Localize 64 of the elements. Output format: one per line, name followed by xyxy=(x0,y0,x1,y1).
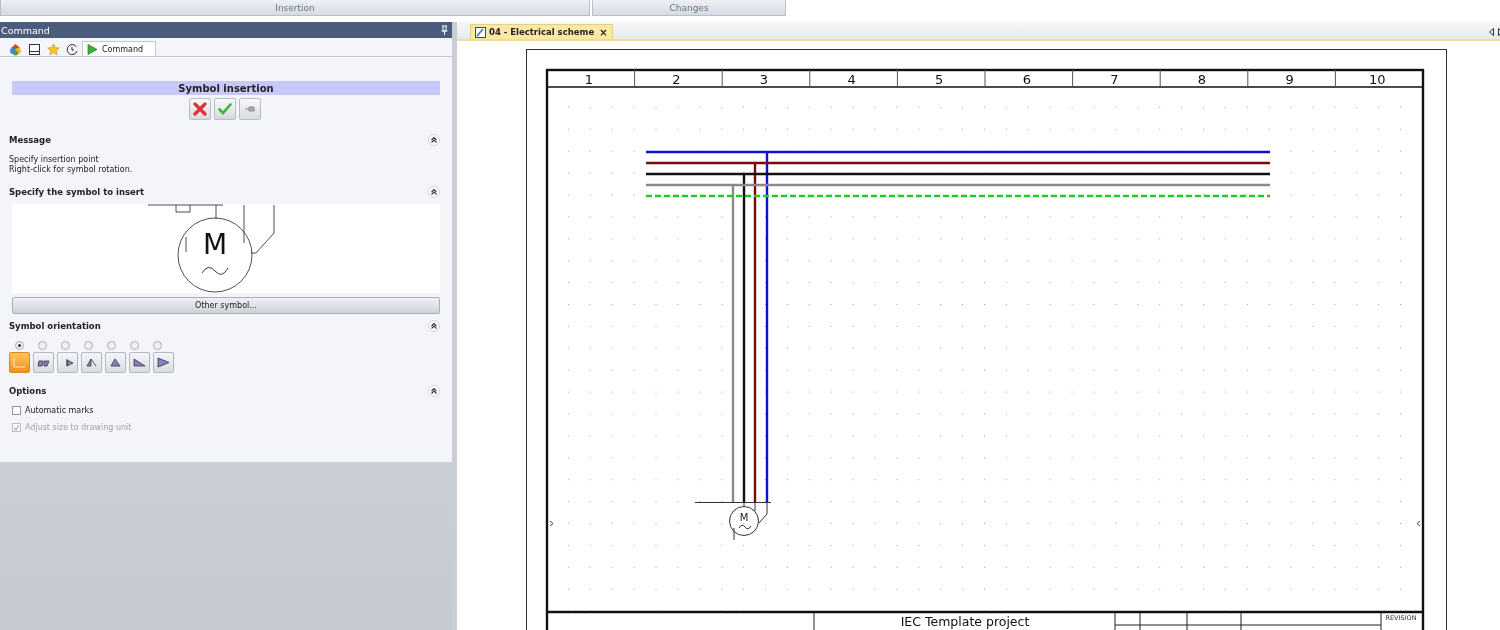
command-heading: Symbol insertion xyxy=(12,81,440,95)
checkbox[interactable] xyxy=(12,405,21,415)
cross-icon xyxy=(192,102,207,116)
column-number: 9 xyxy=(1285,72,1294,87)
document-icon xyxy=(475,26,486,38)
collapse-icon[interactable] xyxy=(428,134,440,146)
orientation-icon xyxy=(85,357,98,368)
column-number: 2 xyxy=(672,72,681,87)
pin-icon[interactable] xyxy=(441,25,448,35)
other-symbol-button[interactable]: Other symbol... xyxy=(12,297,440,314)
orientation-icon xyxy=(133,357,146,368)
clock-icon xyxy=(66,42,79,56)
cancel-button[interactable] xyxy=(188,98,211,120)
pin-button[interactable] xyxy=(238,98,261,120)
column-number: 10 xyxy=(1368,72,1386,87)
scroll-left-icon[interactable] xyxy=(1489,28,1494,36)
checkbox-label: Adjust size to drawing unit xyxy=(25,422,132,432)
message-text: Right-click for symbol rotation. xyxy=(9,165,134,175)
column-number: 8 xyxy=(1197,72,1207,87)
collapse-icon[interactable] xyxy=(428,320,440,332)
star-icon xyxy=(47,42,60,56)
section-title: Options xyxy=(9,386,47,396)
section-title: Message xyxy=(9,135,51,145)
orientation-button[interactable] xyxy=(57,352,78,373)
orientation-icon xyxy=(109,357,122,368)
radio-button[interactable] xyxy=(130,341,139,350)
panel-title: Command xyxy=(1,24,50,36)
play-icon xyxy=(86,42,99,56)
orientation-button[interactable] xyxy=(129,352,150,373)
radio-button[interactable] xyxy=(38,341,47,350)
orientation-button[interactable] xyxy=(153,352,174,373)
orientation-button[interactable] xyxy=(81,352,102,373)
orientation-button[interactable] xyxy=(33,352,54,373)
orientation-icon xyxy=(157,357,170,368)
colored-blocks-icon xyxy=(9,42,22,56)
close-icon[interactable]: × xyxy=(599,26,608,38)
ribbon-group-label: Insertion xyxy=(0,0,590,16)
message-text: Specify insertion point xyxy=(9,155,100,165)
column-number: 6 xyxy=(1022,72,1031,87)
collapse-icon[interactable] xyxy=(428,186,440,198)
checkbox-label: Automatic marks xyxy=(25,405,94,415)
section-title: Symbol orientation xyxy=(9,321,101,331)
radio-button[interactable] xyxy=(15,341,24,350)
panel-tab[interactable]: Command xyxy=(82,41,157,56)
section-title: Specify the symbol to insert xyxy=(9,187,145,197)
motor-letter: M xyxy=(202,228,228,261)
ribbon-group-label: Changes xyxy=(592,0,786,16)
collapse-icon[interactable] xyxy=(428,385,440,397)
radio-button[interactable] xyxy=(61,341,70,350)
radio-button[interactable] xyxy=(153,341,162,350)
orientation-icon xyxy=(13,357,26,368)
check-icon xyxy=(217,102,232,116)
radio-button[interactable] xyxy=(84,341,93,350)
document-tab[interactable]: 04 - Electrical scheme × xyxy=(470,24,613,39)
project-title: IEC Template project xyxy=(900,614,1030,629)
column-number: 3 xyxy=(759,72,769,87)
column-number: 4 xyxy=(847,72,856,87)
orientation-icon xyxy=(37,357,50,368)
radio-button[interactable] xyxy=(107,341,116,350)
column-number: 5 xyxy=(935,72,944,87)
motor-letter: M xyxy=(739,512,749,523)
orientation-button[interactable] xyxy=(105,352,126,373)
column-number: 7 xyxy=(1110,72,1119,87)
column-number: 1 xyxy=(584,72,593,87)
